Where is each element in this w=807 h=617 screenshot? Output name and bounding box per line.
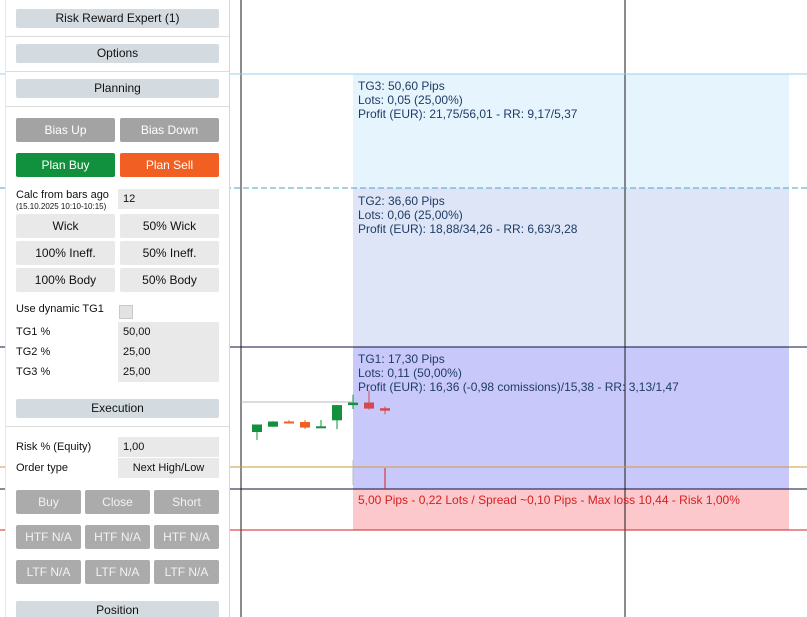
tg2-lots: Lots: 0,06 (25,00%): [358, 208, 463, 222]
tg3-lots: Lots: 0,05 (25,00%): [358, 93, 463, 107]
body-50-button[interactable]: 50% Body: [120, 268, 219, 292]
divider: [6, 426, 229, 427]
tg3-percent-label: TG3 %: [16, 366, 51, 378]
tg1-profit: Profit (EUR): 16,36 (-0,98 comissions)/1…: [358, 380, 679, 394]
order-type-label: Order type: [16, 462, 68, 474]
candle-body: [284, 421, 294, 424]
tg2-label: TG2: 36,60 Pips Lots: 0,06 (25,00%) Prof…: [358, 194, 577, 236]
body-100-button[interactable]: 100% Body: [16, 268, 115, 292]
tg1-percent-input[interactable]: 50,00: [118, 322, 219, 342]
divider: [6, 71, 229, 72]
candle-body: [332, 405, 342, 421]
tg3-label: TG3: 50,60 Pips Lots: 0,05 (25,00%) Prof…: [358, 79, 577, 121]
candle-body: [380, 408, 390, 411]
options-header[interactable]: Options: [16, 44, 219, 63]
htf-button-1[interactable]: HTF N/A: [16, 525, 81, 549]
calc-bars-date: (15.10.2025 10:10-10:15): [16, 202, 107, 211]
ltf-button-1[interactable]: LTF N/A: [16, 560, 81, 584]
candle-body: [268, 421, 278, 427]
wick-50-button[interactable]: 50% Wick: [120, 214, 219, 238]
close-button[interactable]: Close: [85, 490, 150, 514]
risk-reward-panel: Risk Reward Expert (1) Options Planning …: [5, 0, 230, 617]
risk-percent-input[interactable]: 1,00: [118, 437, 219, 457]
tg3-profit: Profit (EUR): 21,75/56,01 - RR: 9,17/5,3…: [358, 107, 578, 121]
tg2-percent-label: TG2 %: [16, 346, 51, 358]
buy-button[interactable]: Buy: [16, 490, 81, 514]
dynamic-tg1-label: Use dynamic TG1: [16, 303, 104, 315]
tg3-pips: TG3: 50,60 Pips: [358, 79, 445, 93]
wick-button[interactable]: Wick: [16, 214, 115, 238]
tg2-pips: TG2: 36,60 Pips: [358, 194, 445, 208]
tg3-percent-input[interactable]: 25,00: [118, 362, 219, 382]
short-button[interactable]: Short: [154, 490, 219, 514]
tg1-label: TG1: 17,30 Pips Lots: 0,11 (50,00%) Prof…: [358, 352, 679, 394]
panel-title[interactable]: Risk Reward Expert (1): [16, 9, 219, 28]
tg1-pips: TG1: 17,30 Pips: [358, 352, 445, 366]
tg2-percent-input[interactable]: 25,00: [118, 342, 219, 362]
ineff-50-button[interactable]: 50% Ineff.: [120, 241, 219, 265]
risk-percent-label: Risk % (Equity): [16, 441, 92, 453]
plan-buy-button[interactable]: Plan Buy: [16, 153, 115, 177]
planning-header[interactable]: Planning: [16, 79, 219, 98]
position-header[interactable]: Position: [16, 601, 219, 617]
plan-sell-button[interactable]: Plan Sell: [120, 153, 219, 177]
divider: [6, 106, 229, 107]
tg1-percent-label: TG1 %: [16, 326, 51, 338]
tg1-lots: Lots: 0,11 (50,00%): [358, 366, 462, 380]
bias-down-button[interactable]: Bias Down: [120, 118, 219, 142]
dynamic-tg1-checkbox[interactable]: [119, 305, 133, 319]
htf-button-2[interactable]: HTF N/A: [85, 525, 150, 549]
ltf-button-3[interactable]: LTF N/A: [154, 560, 219, 584]
tg2-profit: Profit (EUR): 18,88/34,26 - RR: 6,63/3,2…: [358, 222, 578, 236]
candle-body: [364, 402, 374, 409]
divider: [6, 36, 229, 37]
calc-bars-input[interactable]: 12: [118, 189, 219, 209]
candle-body: [252, 424, 262, 432]
execution-header[interactable]: Execution: [16, 399, 219, 418]
candle-body: [316, 426, 326, 429]
candle-body: [300, 422, 310, 428]
risk-summary: 5,00 Pips - 0,22 Lots / Spread ~0,10 Pip…: [358, 493, 740, 507]
ineff-100-button[interactable]: 100% Ineff.: [16, 241, 115, 265]
bias-up-button[interactable]: Bias Up: [16, 118, 115, 142]
htf-button-3[interactable]: HTF N/A: [154, 525, 219, 549]
ltf-button-2[interactable]: LTF N/A: [85, 560, 150, 584]
order-type-select[interactable]: Next High/Low: [118, 458, 219, 478]
calc-bars-label: Calc from bars ago: [16, 189, 109, 201]
candle-body: [348, 402, 358, 406]
